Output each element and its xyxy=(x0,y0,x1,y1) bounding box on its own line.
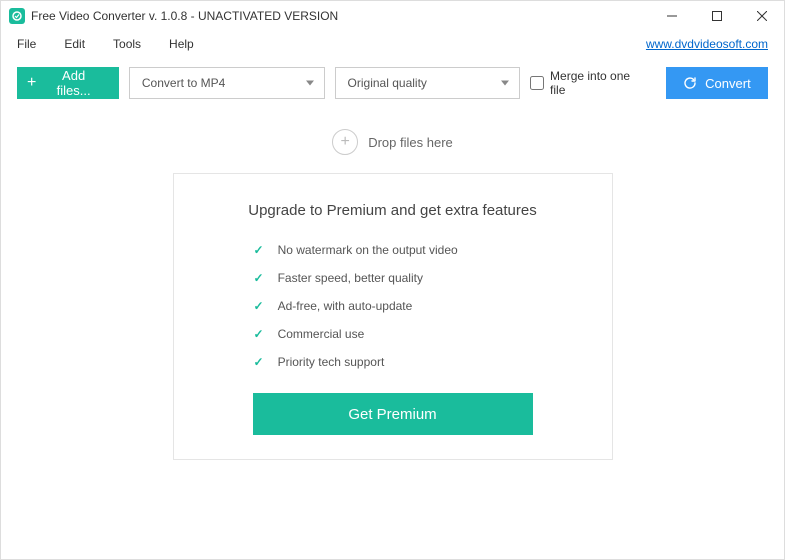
refresh-icon xyxy=(683,76,697,90)
app-icon xyxy=(9,8,25,24)
quality-dropdown[interactable]: Original quality xyxy=(335,67,521,99)
get-premium-button[interactable]: Get Premium xyxy=(253,393,533,435)
website-link[interactable]: www.dvdvideosoft.com xyxy=(646,37,768,51)
feature-item: ✓Priority tech support xyxy=(254,355,572,369)
menubar: File Edit Tools Help www.dvdvideosoft.co… xyxy=(1,31,784,57)
minimize-button[interactable] xyxy=(649,1,694,31)
convert-button[interactable]: Convert xyxy=(666,67,768,99)
feature-item: ✓No watermark on the output video xyxy=(254,243,572,257)
quality-selected: Original quality xyxy=(348,76,427,90)
dropzone[interactable]: + Drop files here xyxy=(1,129,784,155)
merge-checkbox[interactable] xyxy=(530,76,544,90)
format-dropdown[interactable]: Convert to MP4 xyxy=(129,67,325,99)
menu-file[interactable]: File xyxy=(17,37,36,51)
toolbar: + Add files... Convert to MP4 Original q… xyxy=(1,57,784,109)
check-icon: ✓ xyxy=(254,299,264,313)
feature-item: ✓Ad-free, with auto-update xyxy=(254,299,572,313)
convert-label: Convert xyxy=(705,76,751,91)
close-button[interactable] xyxy=(739,1,784,31)
maximize-button[interactable] xyxy=(694,1,739,31)
menu-help[interactable]: Help xyxy=(169,37,194,51)
merge-checkbox-wrap[interactable]: Merge into one file xyxy=(530,69,645,97)
plus-icon: + xyxy=(27,74,36,92)
window-title: Free Video Converter v. 1.0.8 - UNACTIVA… xyxy=(31,9,649,23)
menu-tools[interactable]: Tools xyxy=(113,37,141,51)
feature-list: ✓No watermark on the output video ✓Faste… xyxy=(254,243,572,369)
add-files-button[interactable]: + Add files... xyxy=(17,67,119,99)
window-controls xyxy=(649,1,784,31)
feature-item: ✓Faster speed, better quality xyxy=(254,271,572,285)
menu-edit[interactable]: Edit xyxy=(64,37,85,51)
premium-title: Upgrade to Premium and get extra feature… xyxy=(214,202,572,219)
check-icon: ✓ xyxy=(254,271,264,285)
plus-circle-icon: + xyxy=(332,129,358,155)
dropzone-text: Drop files here xyxy=(368,135,453,150)
check-icon: ✓ xyxy=(254,327,264,341)
feature-item: ✓Commercial use xyxy=(254,327,572,341)
add-files-label: Add files... xyxy=(44,68,103,98)
merge-label: Merge into one file xyxy=(550,69,646,97)
check-icon: ✓ xyxy=(254,243,264,257)
titlebar: Free Video Converter v. 1.0.8 - UNACTIVA… xyxy=(1,1,784,31)
check-icon: ✓ xyxy=(254,355,264,369)
premium-box: Upgrade to Premium and get extra feature… xyxy=(173,173,613,460)
format-selected: Convert to MP4 xyxy=(142,76,225,90)
